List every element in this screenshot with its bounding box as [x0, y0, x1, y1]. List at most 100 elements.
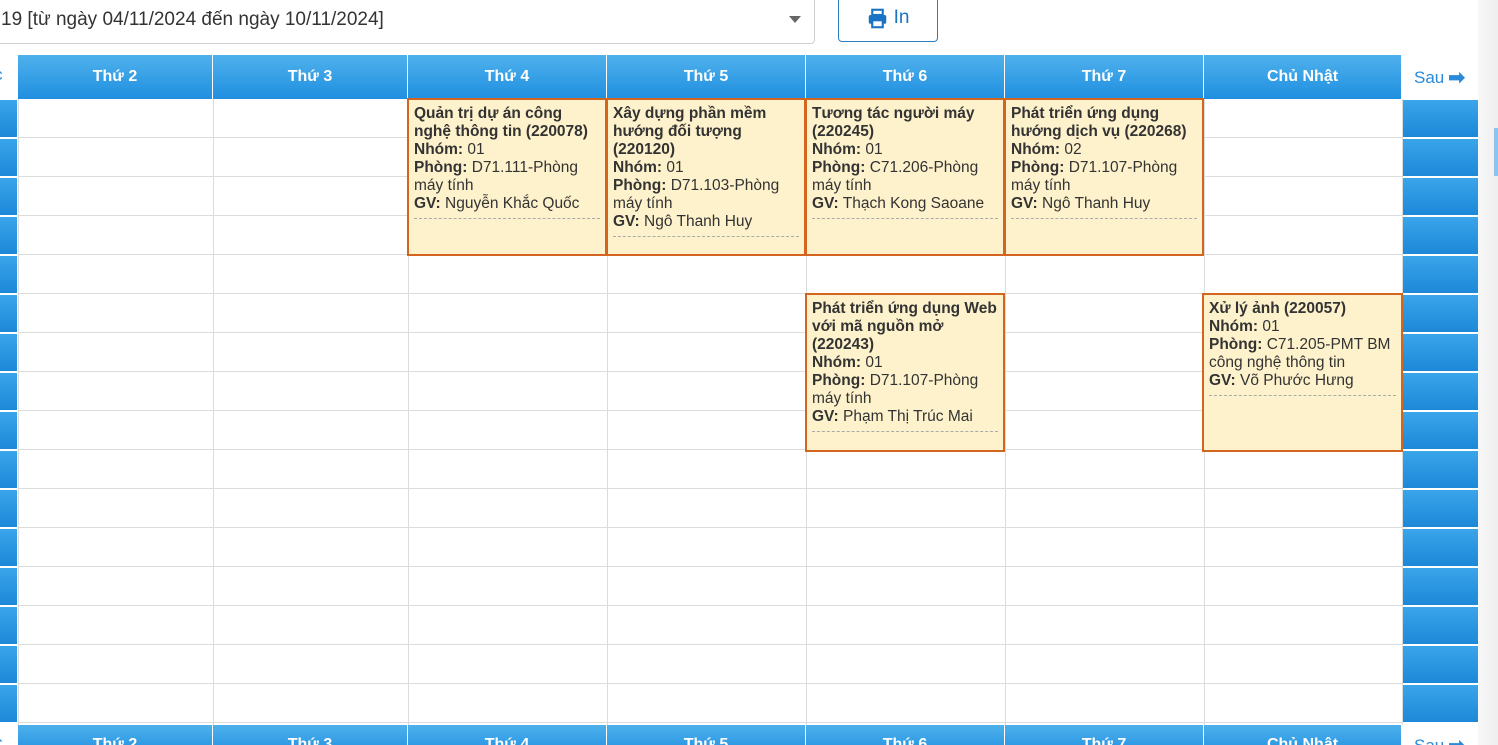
teacher-value: Nguyễn Khắc Quốc [445, 195, 580, 212]
scrollbar[interactable] [1494, 128, 1498, 176]
period-cell-left [0, 607, 17, 644]
course-card[interactable]: Phát triển ứng dụng Web với mã nguồn mở … [805, 293, 1005, 452]
arrow-right-icon: ➡ [1448, 733, 1465, 745]
period-cell-right [1402, 607, 1478, 644]
group-label: Nhóm: [613, 159, 663, 176]
course-room: Phòng: D71.107-Phòng máy tính [1011, 159, 1197, 195]
period-cell-right [1402, 334, 1478, 371]
period-row [18, 645, 1402, 684]
week-select[interactable]: 19 [từ ngày 04/11/2024 đến ngày 10/11/20… [0, 0, 815, 44]
period-cell-right [1402, 412, 1478, 449]
prev-week-label: c [0, 733, 3, 745]
period-cell-right [1402, 529, 1478, 566]
column-line [213, 99, 214, 725]
course-group: Nhóm: 01 [812, 141, 998, 159]
course-title: Phát triển ứng dụng Web với mã nguồn mở … [812, 300, 997, 353]
period-cell-right [1402, 451, 1478, 488]
course-teacher: GV: Phạm Thị Trúc Mai [812, 408, 998, 426]
next-week-label: Sau [1414, 735, 1445, 745]
next-week-link-bottom[interactable]: Sau ➡ [1414, 733, 1466, 745]
group-value: 02 [1064, 141, 1082, 158]
period-cell-right [1402, 295, 1478, 332]
teacher-label: GV: [812, 195, 839, 212]
period-cell-right [1402, 568, 1478, 605]
course-teacher: GV: Ngô Thanh Huy [613, 213, 799, 231]
room-label: Phòng: [1011, 159, 1065, 176]
header-day-fri: Thứ 6 [806, 55, 1005, 99]
group-label: Nhóm: [414, 141, 464, 158]
period-row [18, 411, 1402, 450]
course-room: Phòng: C71.206-Phòng máy tính [812, 159, 998, 195]
period-row [18, 489, 1402, 528]
period-cell-left [0, 490, 17, 527]
course-card[interactable]: Xây dựng phần mềm hướng đối tượng (22012… [606, 98, 806, 256]
course-title: Xử lý ảnh (220057) [1209, 300, 1347, 317]
period-cell-right [1402, 646, 1478, 683]
period-cell-right [1402, 100, 1478, 137]
course-card[interactable]: Tương tác người máy (220245) Nhóm: 01 Ph… [805, 98, 1005, 256]
group-label: Nhóm: [812, 354, 862, 371]
period-cell-left [0, 373, 17, 410]
group-value: 01 [1262, 318, 1280, 335]
teacher-label: GV: [1011, 195, 1038, 212]
period-cell-left [0, 568, 17, 605]
period-row [18, 567, 1402, 606]
week-select-value: 19 [từ ngày 04/11/2024 đến ngày 10/11/20… [1, 9, 384, 30]
course-teacher: GV: Ngô Thanh Huy [1011, 195, 1197, 213]
room-label: Phòng: [812, 159, 866, 176]
next-week-label: Sau [1414, 67, 1445, 87]
course-card[interactable]: Phát triển ứng dụng hướng dịch vụ (22026… [1004, 98, 1204, 256]
header-day-sat: Thứ 7 [1005, 55, 1204, 99]
room-label: Phòng: [812, 372, 866, 389]
period-cell-left [0, 256, 17, 293]
course-title: Tương tác người máy (220245) [812, 105, 975, 140]
period-cell-left [0, 529, 17, 566]
group-value: 01 [865, 354, 883, 371]
period-cell-left [0, 685, 17, 722]
course-group: Nhóm: 02 [1011, 141, 1197, 159]
period-cell-left [0, 178, 17, 215]
group-label: Nhóm: [812, 141, 862, 158]
course-room: Phòng: D71.107-Phòng máy tính [812, 372, 998, 408]
print-button[interactable]: In [838, 0, 938, 42]
header-day-thu: Thứ 5 [607, 55, 806, 99]
period-row [18, 333, 1402, 372]
divider [414, 218, 600, 219]
teacher-value: Thạch Kong Saoane [842, 195, 985, 212]
printer-icon [868, 8, 886, 28]
group-value: 01 [467, 141, 485, 158]
course-teacher: GV: Thạch Kong Saoane [812, 195, 998, 213]
period-cell-right [1402, 685, 1478, 722]
period-row [18, 450, 1402, 489]
divider [1209, 395, 1396, 396]
course-group: Nhóm: 01 [812, 354, 998, 372]
footer-day-sun: Chủ Nhật [1204, 725, 1402, 745]
course-card[interactable]: Xử lý ảnh (220057) Nhóm: 01 Phòng: C71.2… [1202, 293, 1403, 452]
period-cell-left [0, 217, 17, 254]
period-row [18, 528, 1402, 567]
period-cell-right [1402, 178, 1478, 215]
group-label: Nhóm: [1011, 141, 1061, 158]
header-day-mon: Thứ 2 [18, 55, 213, 99]
group-label: Nhóm: [1209, 318, 1259, 335]
period-cell-right [1402, 490, 1478, 527]
next-week-link[interactable]: Sau ➡ [1414, 65, 1466, 90]
room-label: Phòng: [1209, 336, 1263, 353]
prev-week-link[interactable]: c [0, 65, 3, 85]
course-card[interactable]: Quản trị dự án công nghệ thông tin (2200… [407, 98, 607, 256]
page-edge [1478, 0, 1498, 745]
room-label: Phòng: [414, 159, 468, 176]
period-cell-left [0, 334, 17, 371]
period-cell-left [0, 646, 17, 683]
period-cell-left [0, 412, 17, 449]
period-cell-right [1402, 139, 1478, 176]
header-day-sun: Chủ Nhật [1204, 55, 1402, 99]
period-row [18, 372, 1402, 411]
prev-week-label: c [0, 65, 3, 85]
divider [613, 236, 799, 237]
course-title: Quản trị dự án công nghệ thông tin (2200… [414, 105, 588, 140]
chevron-down-icon[interactable] [789, 16, 801, 23]
period-row [18, 684, 1402, 723]
prev-week-link-bottom[interactable]: c [0, 733, 3, 745]
header-day-wed: Thứ 4 [408, 55, 607, 99]
